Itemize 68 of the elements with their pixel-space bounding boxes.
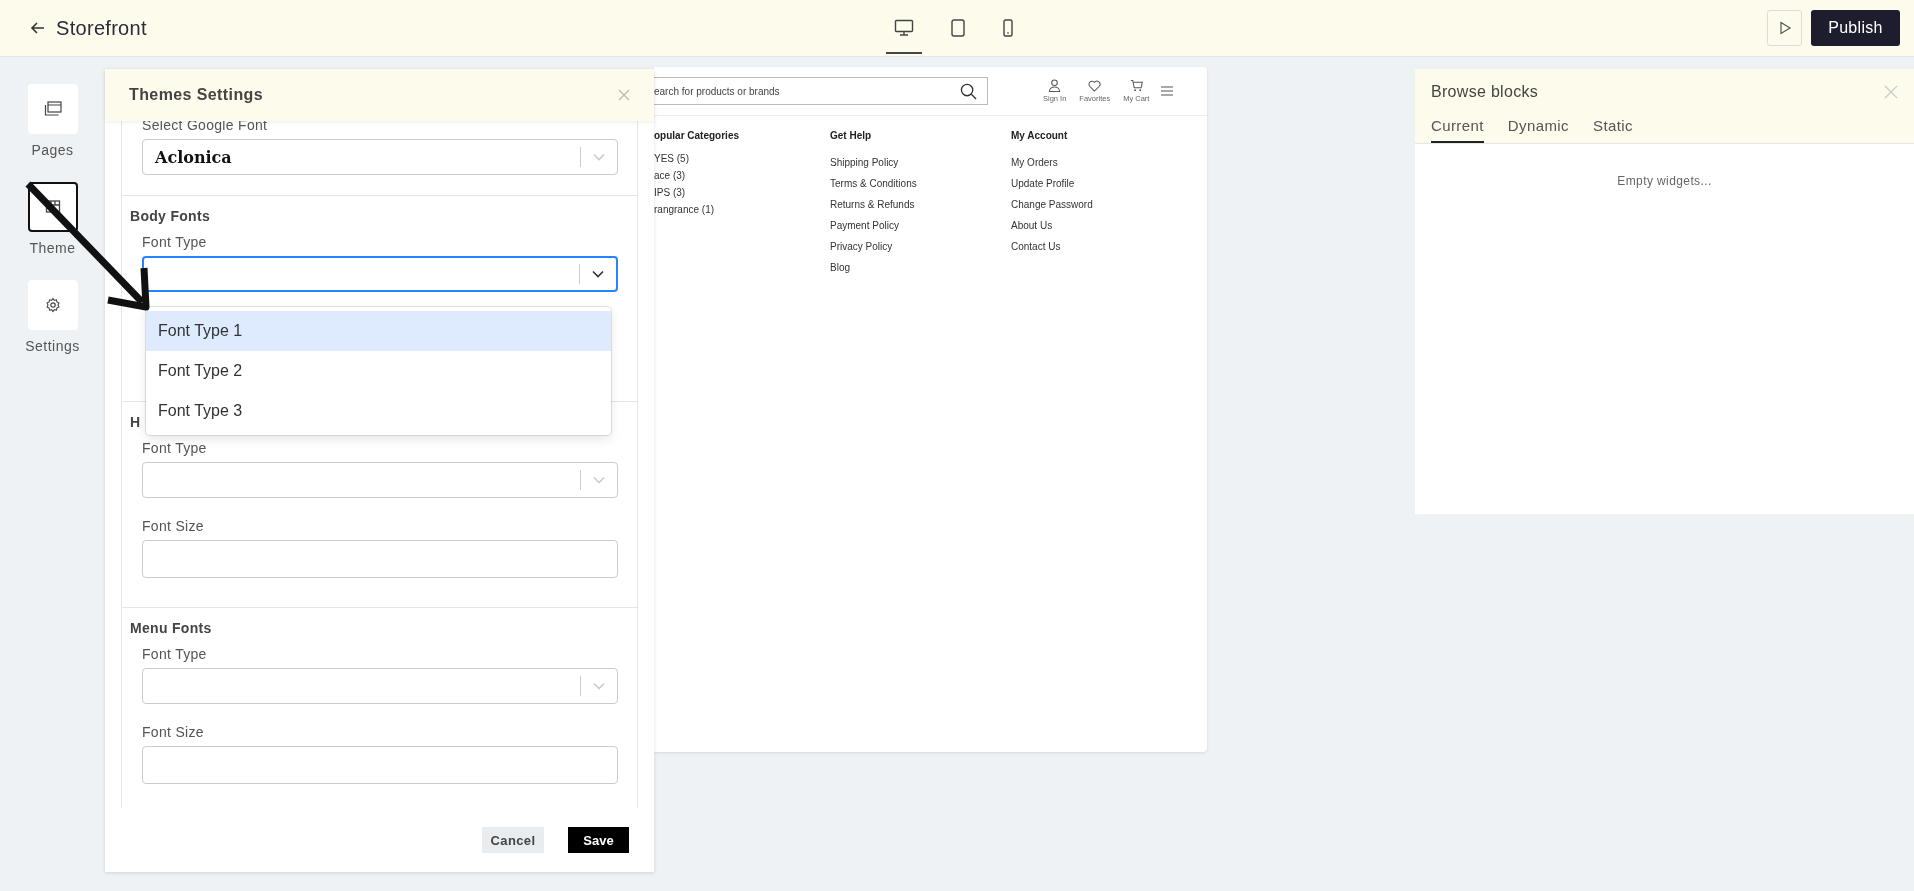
dropdown-option[interactable]: Font Type 1 (146, 311, 611, 351)
footer-link[interactable]: About Us (1011, 220, 1093, 231)
layout-icon (44, 199, 61, 215)
cancel-button[interactable]: Cancel (482, 827, 544, 853)
page-title: Storefront (56, 16, 147, 40)
section-heading: Menu Fonts (130, 620, 212, 636)
field-label: Font Type (142, 646, 208, 662)
footer-column-heading: opular Categories (654, 130, 741, 141)
tab[interactable]: Static (1593, 115, 1633, 143)
pages-nav-button[interactable] (27, 84, 78, 134)
footer-link[interactable]: My Orders (1011, 157, 1093, 168)
menu-icon[interactable] (1161, 86, 1174, 96)
chevron-down-icon (593, 682, 605, 690)
footer-link[interactable]: Change Password (1011, 199, 1093, 210)
settings-icon (44, 297, 61, 313)
footer-link[interactable]: YES (5) (654, 153, 830, 164)
section-heading: H (130, 414, 141, 430)
cart-icon (1129, 79, 1143, 92)
font-size-input[interactable] (142, 540, 618, 578)
field-label: Font Type (142, 440, 208, 456)
footer-link[interactable]: Privacy Policy (830, 241, 1011, 252)
tab[interactable]: Dynamic (1507, 115, 1569, 143)
nav-label: Settings (25, 338, 80, 354)
google-font-select[interactable]: Aclonica (142, 139, 618, 175)
footer-link[interactable]: Update Profile (1011, 178, 1093, 189)
publish-button[interactable]: Publish (1811, 10, 1900, 46)
heart-icon (1088, 79, 1102, 92)
footer-column-heading: Get Help (830, 130, 873, 141)
search-icon (960, 82, 977, 100)
close-icon[interactable] (618, 89, 630, 101)
monitor-icon (894, 19, 914, 37)
play-icon (1777, 21, 1792, 35)
field-label: Font Size (142, 724, 205, 740)
nav-label: Pages (31, 142, 74, 158)
save-button[interactable]: Save (568, 827, 629, 853)
empty-message: Empty widgets... (1617, 174, 1712, 188)
phone-icon (1002, 19, 1014, 37)
panel-title: Themes Settings (129, 86, 264, 104)
footer-link[interactable]: ace (3) (654, 170, 830, 181)
user-icon (1048, 79, 1062, 92)
field-label: Font Size (142, 518, 205, 534)
search-field[interactable]: earch for products or brands (654, 77, 988, 105)
footer-link[interactable]: Returns & Refunds (830, 199, 1011, 210)
footer-column-heading: My Account (1011, 130, 1069, 141)
field-label: Font Type (142, 234, 208, 250)
footer-link[interactable]: Contact Us (1011, 241, 1093, 252)
section-heading: Body Fonts (130, 208, 210, 224)
font-type-select[interactable] (142, 256, 618, 292)
footer-link[interactable]: Payment Policy (830, 220, 1011, 231)
footer-link[interactable]: rangrance (1) (654, 204, 830, 215)
footer-link[interactable]: IPS (3) (654, 187, 830, 198)
nav-label: Theme (29, 240, 76, 256)
tab[interactable]: Current (1431, 115, 1484, 143)
chevron-down-icon (593, 476, 605, 484)
dropdown-option[interactable]: Font Type 2 (146, 351, 611, 391)
panel-title: Browse blocks (1431, 83, 1539, 101)
footer-link[interactable]: Terms & Conditions (830, 178, 1011, 189)
footer-link[interactable]: Blog (830, 262, 1011, 273)
dropdown-option[interactable]: Font Type 3 (146, 391, 611, 431)
preview-play-button[interactable] (1767, 10, 1802, 46)
font-size-input[interactable] (142, 746, 618, 784)
tablet-icon (950, 19, 966, 37)
footer-link[interactable]: Shipping Policy (830, 157, 1011, 168)
chevron-down-icon (593, 153, 605, 161)
settings-nav-button[interactable] (27, 280, 78, 330)
back-arrow-icon[interactable] (30, 20, 46, 36)
pages-icon (43, 101, 62, 117)
chevron-down-icon (592, 270, 604, 278)
